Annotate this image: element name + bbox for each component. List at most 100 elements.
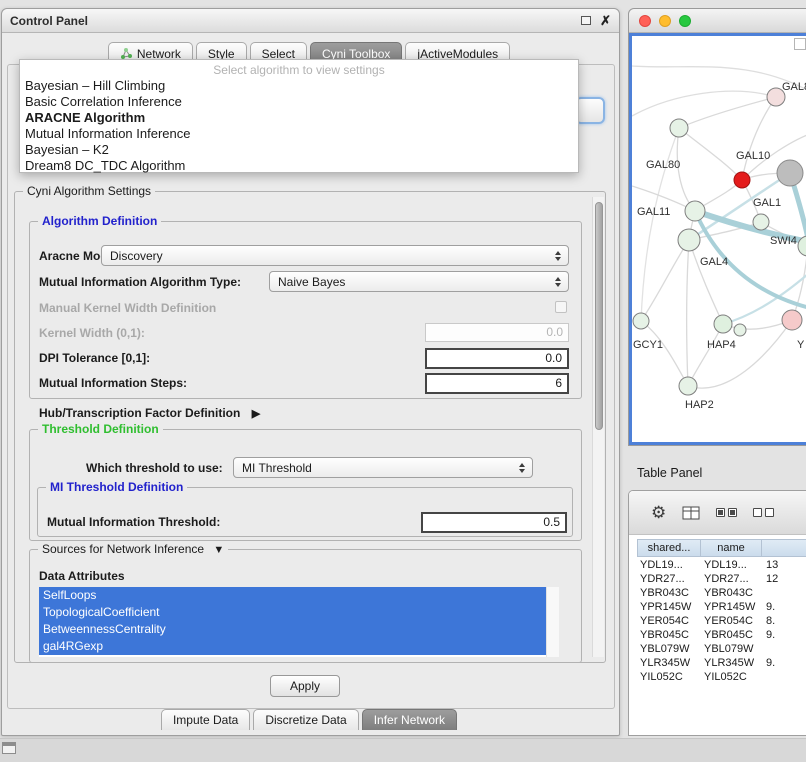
tab-label: Impute Data — [173, 713, 238, 727]
cell: YBR043C — [701, 586, 763, 600]
list-item[interactable]: BetweennessCentrality — [39, 621, 546, 638]
close-icon[interactable]: ✗ — [600, 16, 611, 26]
dropdown-item-selected[interactable]: ARACNE Algorithm — [20, 110, 578, 126]
table-panel-title: Table Panel — [637, 466, 702, 480]
cell: YPR145W — [637, 600, 701, 614]
cell: YBL079W — [701, 642, 763, 656]
table-row[interactable]: YBR043CYBR043C — [637, 586, 806, 600]
tab-discretize-data[interactable]: Discretize Data — [253, 709, 358, 730]
cell: YBL079W — [637, 642, 701, 656]
settings-scrollbar-thumb[interactable] — [595, 202, 603, 430]
network-node[interactable] — [734, 324, 746, 336]
network-window-titlebar[interactable] — [629, 9, 806, 33]
dropdown-item[interactable]: Bayesian – Hill Climbing — [20, 78, 578, 94]
close-traffic-light-icon[interactable] — [639, 15, 651, 27]
cell: 8. — [763, 614, 806, 628]
dropdown-item[interactable]: Basic Correlation Inference — [20, 94, 578, 110]
hub-section-text: Hub/Transcription Factor Definition — [39, 406, 240, 420]
cell — [763, 586, 806, 600]
dpi-tolerance-field[interactable]: 0.0 — [425, 348, 569, 369]
attribute-list-scrollbar[interactable] — [546, 587, 559, 657]
apply-button[interactable]: Apply — [270, 675, 340, 697]
algorithm-combobox-fragment[interactable] — [575, 97, 605, 124]
deselect-all-checkboxes-icon[interactable] — [753, 508, 774, 517]
tab-impute-data[interactable]: Impute Data — [161, 709, 250, 730]
cell: YIL052C — [637, 670, 701, 684]
network-node[interactable] — [714, 315, 732, 333]
group-title[interactable]: Sources for Network Inference ▼ — [38, 542, 228, 556]
float-window-icon[interactable] — [581, 16, 591, 25]
table-row[interactable]: YIL052CYIL052C — [637, 670, 806, 684]
minimize-traffic-light-icon[interactable] — [659, 15, 671, 27]
network-node[interactable] — [777, 160, 803, 186]
network-node[interactable] — [685, 201, 705, 221]
cell: YBR043C — [637, 586, 701, 600]
network-canvas[interactable]: GAL8GAL80GAL10GAL11GAL1SWI4GAL4GCY1HAP4Y… — [632, 36, 806, 442]
cell: YLR345W — [637, 656, 701, 670]
table-row[interactable]: YBR045CYBR045C9. — [637, 628, 806, 642]
tab-infer-network[interactable]: Infer Network — [362, 709, 457, 730]
dropdown-item[interactable]: Mutual Information Inference — [20, 126, 578, 142]
group-title: Threshold Definition — [38, 422, 163, 436]
combo-arrows-icon — [519, 463, 525, 473]
cell: YDL19... — [701, 558, 763, 572]
combo-value: MI Threshold — [242, 461, 512, 475]
network-node-label: GAL8 — [782, 81, 806, 93]
select-all-checkboxes-icon[interactable] — [716, 508, 737, 517]
group-title: MI Threshold Definition — [46, 480, 187, 494]
collapsed-arrow-icon[interactable]: ▶ — [252, 408, 260, 420]
zoom-traffic-light-icon[interactable] — [679, 15, 691, 27]
table-row[interactable]: YPR145WYPR145W9. — [637, 600, 806, 614]
column-header-name[interactable]: name — [700, 539, 762, 557]
table-header: shared... name — [637, 539, 806, 557]
columns-icon[interactable] — [682, 506, 700, 520]
attribute-list[interactable]: SelfLoops TopologicalCoefficient Between… — [39, 587, 559, 657]
which-threshold-combobox[interactable]: MI Threshold — [233, 457, 533, 478]
settings-scrollbar[interactable] — [592, 197, 604, 657]
network-node[interactable] — [679, 377, 697, 395]
canvas-corner-box[interactable] — [794, 38, 806, 50]
cell: YDR27... — [701, 572, 763, 586]
mi-type-combobox[interactable]: Naive Bayes — [269, 271, 569, 292]
dropdown-item[interactable]: Bayesian – K2 — [20, 142, 578, 158]
tab-label: Infer Network — [374, 713, 445, 727]
network-node-label: Y — [797, 339, 805, 351]
minimized-panel-icon[interactable] — [2, 742, 16, 754]
tab-label: Discretize Data — [265, 713, 346, 727]
column-header-shared[interactable]: shared... — [637, 539, 701, 557]
table-row[interactable]: YDL19...YDL19...13 — [637, 558, 806, 572]
aracne-mode-combobox[interactable]: Discovery — [101, 245, 569, 266]
network-node[interactable] — [678, 229, 700, 251]
network-graph[interactable]: GAL8GAL80GAL10GAL11GAL1SWI4GAL4GCY1HAP4Y… — [632, 36, 806, 442]
network-node-label: SWI4 — [770, 235, 797, 247]
expanded-arrow-icon[interactable]: ▼ — [213, 544, 224, 556]
list-item[interactable]: SelfLoops — [39, 587, 546, 604]
network-node[interactable] — [753, 214, 769, 230]
list-item[interactable]: gal4RGexp — [39, 638, 546, 655]
table-row[interactable]: YBL079WYBL079W — [637, 642, 806, 656]
network-node[interactable] — [782, 310, 802, 330]
network-node[interactable] — [734, 172, 750, 188]
cell — [763, 670, 806, 684]
table-row[interactable]: YLR345WYLR345W9. — [637, 656, 806, 670]
network-node-label: GAL1 — [753, 197, 781, 209]
cell: YIL052C — [701, 670, 763, 684]
manual-kernel-checkbox — [555, 301, 567, 313]
network-icon — [120, 48, 132, 60]
dpi-tolerance-label: DPI Tolerance [0,1]: — [39, 351, 150, 365]
table-row[interactable]: YDR27...YDR27...12 — [637, 572, 806, 586]
mi-steps-field[interactable]: 6 — [425, 373, 569, 394]
column-header-partial[interactable] — [761, 539, 806, 557]
dropdown-item[interactable]: Dream8 DC_TDC Algorithm — [20, 158, 578, 174]
network-node-label: GAL4 — [700, 256, 728, 268]
combo-arrows-icon — [555, 251, 561, 261]
hub-section-label[interactable]: Hub/Transcription Factor Definition ▶ — [39, 406, 260, 420]
control-panel-titlebar[interactable]: Control Panel ✗ — [2, 9, 619, 33]
mi-type-label: Mutual Information Algorithm Type: — [39, 275, 241, 289]
gear-icon[interactable]: ⚙ — [651, 504, 666, 521]
list-item[interactable]: TopologicalCoefficient — [39, 604, 546, 621]
table-row[interactable]: YER054CYER054C8. — [637, 614, 806, 628]
mi-threshold-field[interactable]: 0.5 — [421, 512, 567, 533]
network-node[interactable] — [670, 119, 688, 137]
network-node[interactable] — [633, 313, 649, 329]
